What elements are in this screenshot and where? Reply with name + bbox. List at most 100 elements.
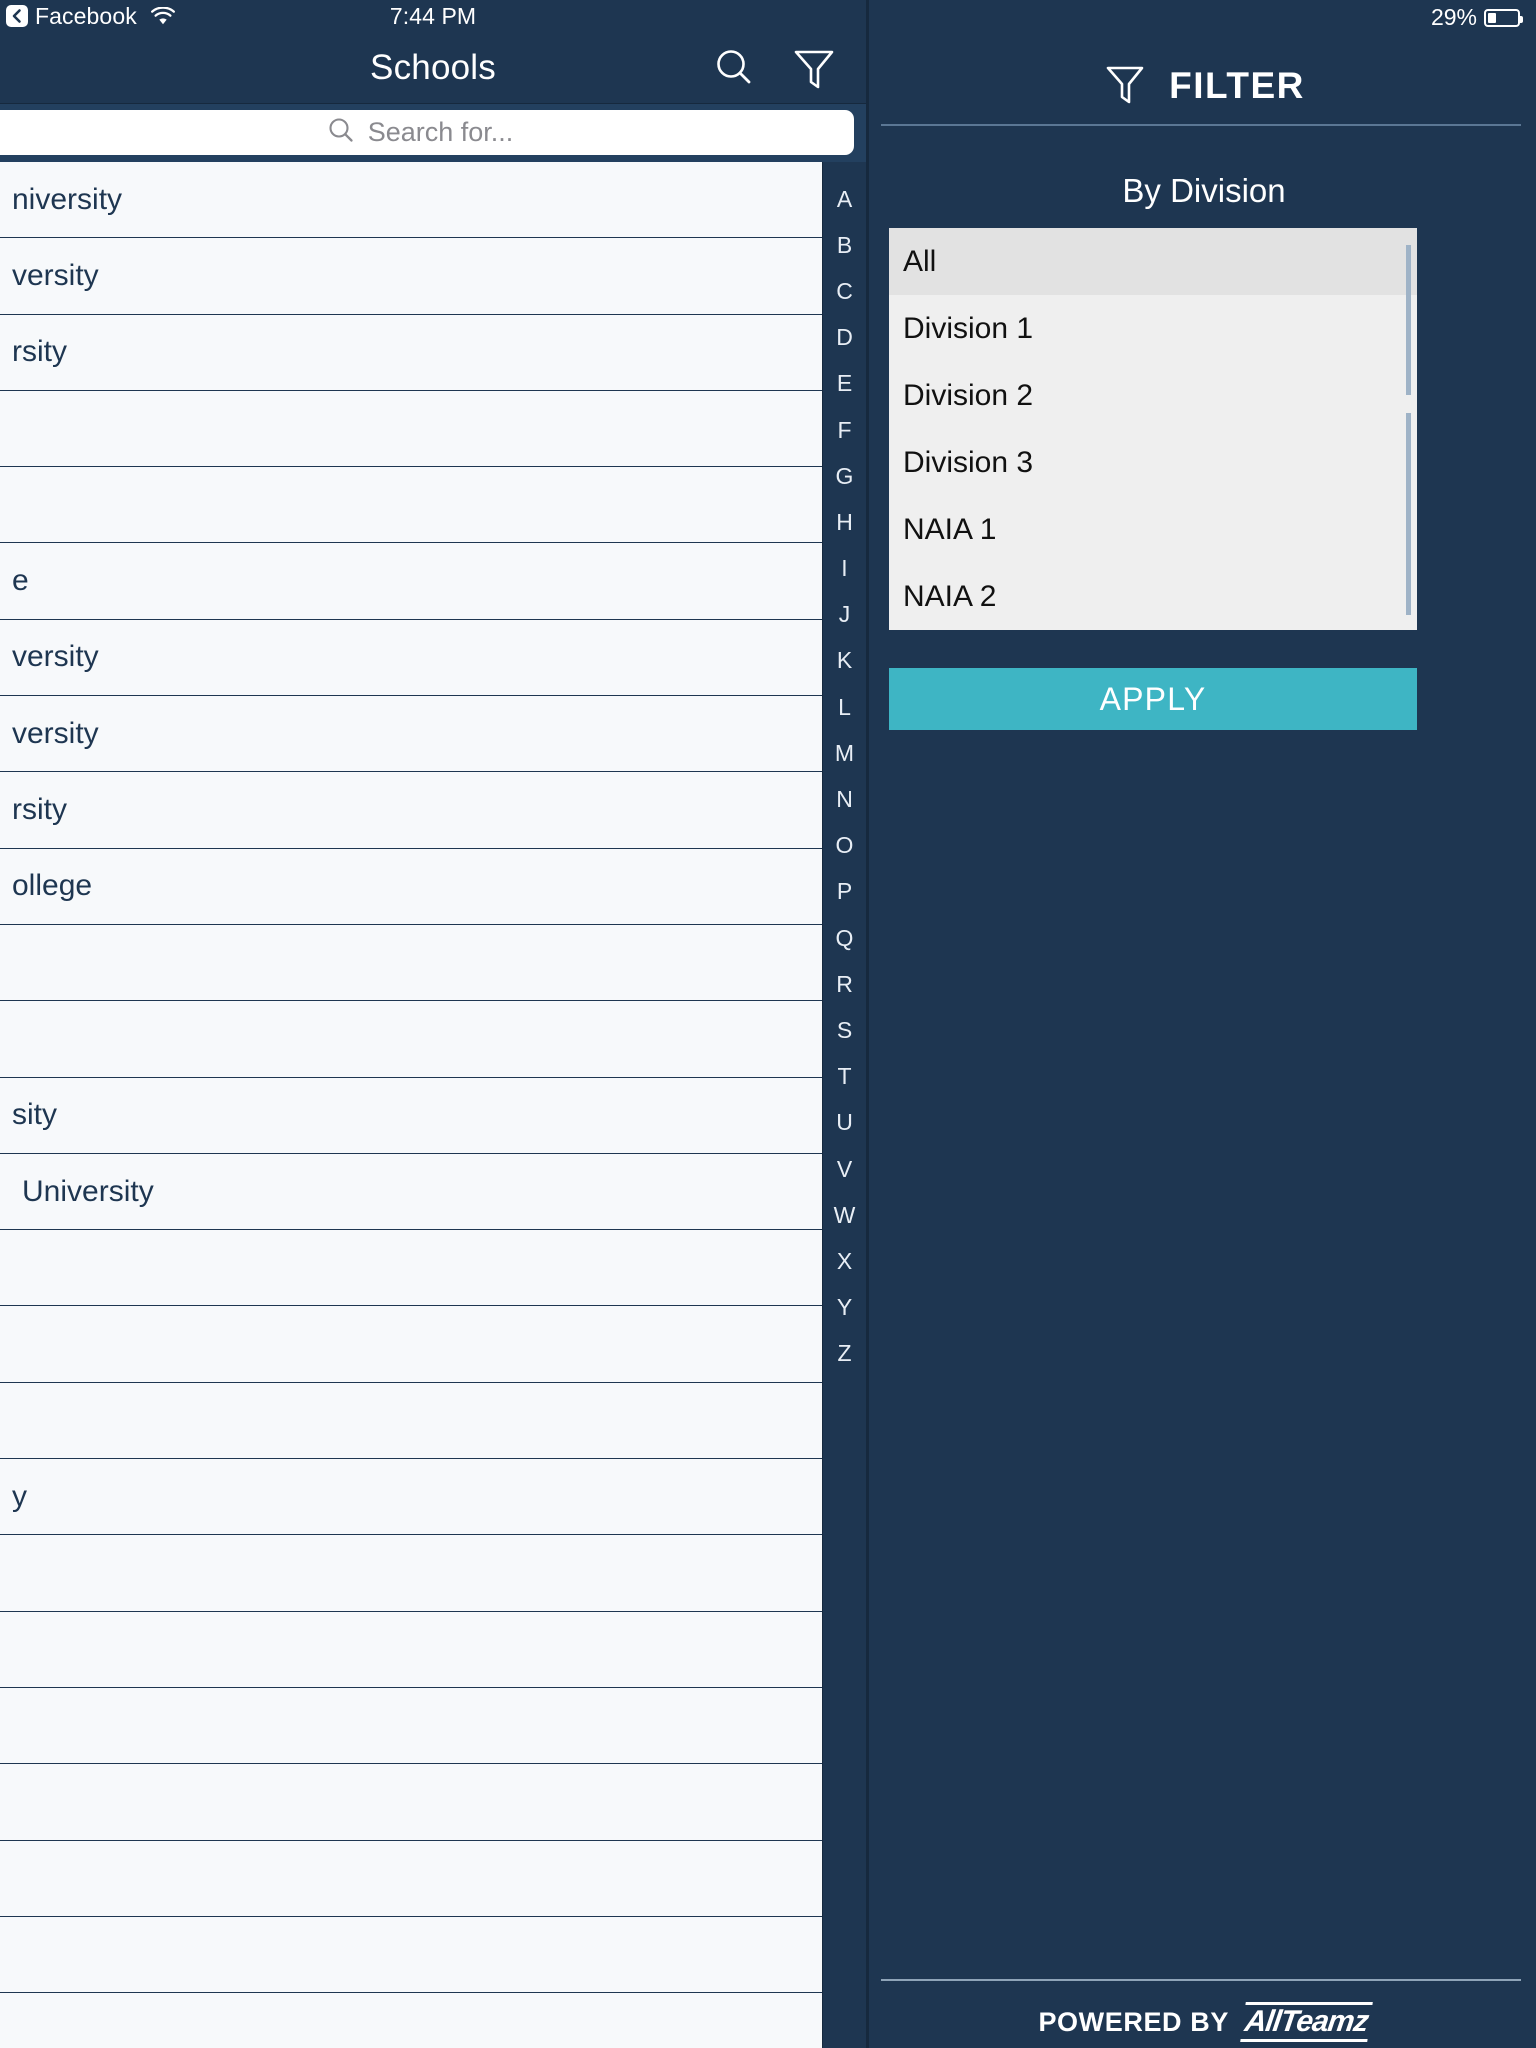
search-placeholder: Search for...: [367, 117, 514, 147]
division-option[interactable]: NAIA 2: [889, 563, 1417, 630]
alpha-index-letter[interactable]: O: [823, 823, 866, 869]
alpha-index-letter[interactable]: N: [823, 776, 866, 822]
alphabet-index[interactable]: ABCDEFGHIJKLMNOPQRSTUVWXYZ: [822, 162, 866, 2048]
school-list-item[interactable]: [0, 1001, 822, 1078]
alpha-index-letter[interactable]: Q: [823, 915, 866, 961]
nav-actions: [710, 32, 838, 104]
search-icon: [327, 116, 355, 149]
school-name: rsity: [12, 335, 67, 369]
division-option[interactable]: Division 2: [889, 362, 1417, 429]
alpha-index-letter[interactable]: Z: [823, 1331, 866, 1377]
division-option[interactable]: Division 1: [889, 295, 1417, 362]
alpha-index-letter[interactable]: H: [823, 499, 866, 545]
division-option[interactable]: All: [889, 228, 1417, 295]
alpha-index-letter[interactable]: E: [823, 361, 866, 407]
school-list-item[interactable]: e: [0, 543, 822, 620]
alpha-index-letter[interactable]: L: [823, 684, 866, 730]
apply-button[interactable]: APPLY: [889, 668, 1417, 730]
school-name: versity: [12, 716, 99, 750]
status-bar: Facebook 7:44 PM: [0, 0, 866, 32]
page-title: Schools: [370, 47, 496, 87]
alpha-index-letter[interactable]: D: [823, 315, 866, 361]
alpha-index-letter[interactable]: G: [823, 453, 866, 499]
footer-divider: [881, 1979, 1521, 1981]
school-list-item[interactable]: [0, 1306, 822, 1383]
alpha-index-letter[interactable]: F: [823, 407, 866, 453]
alpha-index-letter[interactable]: K: [823, 638, 866, 684]
school-name: ollege: [12, 869, 93, 903]
allteamz-logo: AllTeamz: [1240, 2002, 1373, 2042]
division-options-list[interactable]: All Division 1 Division 2 Division 3 NAIA 1N…: [889, 228, 1417, 630]
school-list-item[interactable]: [0, 1993, 822, 2048]
search-icon[interactable]: [710, 44, 758, 92]
alpha-index-letter[interactable]: A: [823, 176, 866, 222]
search-input[interactable]: Search for...: [0, 110, 854, 155]
battery-icon: [1484, 8, 1523, 27]
filter-panel: 29% FILTER By Division All Division 1 Divi…: [866, 0, 1536, 2048]
filter-funnel-icon: [1103, 59, 1147, 112]
school-list-item[interactable]: [0, 467, 822, 544]
alpha-index-letter[interactable]: P: [823, 869, 866, 915]
search-strip: Search for...: [0, 104, 866, 162]
school-list-item[interactable]: [0, 1916, 822, 1994]
school-list-item[interactable]: [0, 1382, 822, 1460]
school-list-item[interactable]: versity: [0, 238, 822, 315]
school-list-item[interactable]: ollege: [0, 848, 822, 925]
alpha-index-letter[interactable]: S: [823, 1007, 866, 1053]
division-option[interactable]: Division 3: [889, 429, 1417, 496]
alpha-index-letter[interactable]: J: [823, 592, 866, 638]
school-list-item[interactable]: [0, 1840, 822, 1917]
filter-funnel-icon[interactable]: [790, 44, 838, 92]
status-back-to-app[interactable]: Facebook: [6, 3, 176, 30]
status-back-label: Facebook: [35, 2, 137, 29]
alpha-index-letter[interactable]: X: [823, 1238, 866, 1284]
battery-percent-label: 29%: [1430, 4, 1477, 30]
by-division-label: By Division: [1122, 172, 1286, 209]
school-name: rsity: [12, 793, 67, 827]
school-name: y: [12, 1479, 27, 1513]
division-option[interactable]: NAIA 1: [889, 496, 1417, 563]
navigation-bar: Schools: [0, 32, 866, 104]
wifi-icon: [150, 6, 176, 26]
school-list-item[interactable]: [0, 1535, 822, 1612]
school-list-item[interactable]: y: [0, 1459, 822, 1536]
division-list-scrollbar[interactable]: [1406, 245, 1411, 615]
powered-by-footer: POWERED BY AllTeamz: [869, 2002, 1536, 2042]
school-name: University: [22, 1174, 154, 1208]
school-list-item[interactable]: [0, 1611, 822, 1688]
school-list-item[interactable]: rsity: [0, 314, 822, 391]
back-chevron-icon: [6, 5, 28, 27]
school-list-item[interactable]: versity: [0, 696, 822, 773]
alpha-index-letter[interactable]: B: [823, 222, 866, 268]
school-list-item[interactable]: niversity: [0, 162, 822, 239]
school-name: e: [12, 564, 29, 598]
alpha-index-letter[interactable]: T: [823, 1054, 866, 1100]
school-list-item[interactable]: University: [0, 1153, 822, 1231]
schools-main-pane: Facebook 7:44 PM Schools Search for... n…: [0, 0, 866, 2048]
battery-status: 29%: [1430, 4, 1523, 31]
school-list-item[interactable]: [0, 390, 822, 468]
school-list-item[interactable]: rsity: [0, 772, 822, 849]
school-list[interactable]: niversity versity rsity e versity versity rsit…: [0, 162, 822, 2048]
school-name: sity: [12, 1098, 57, 1132]
apply-button-label: APPLY: [1099, 680, 1207, 717]
school-list-item[interactable]: [0, 1764, 822, 1841]
alpha-index-letter[interactable]: I: [823, 546, 866, 592]
alpha-index-letter[interactable]: V: [823, 1146, 866, 1192]
school-list-item[interactable]: versity: [0, 619, 822, 697]
filter-header-divider: [881, 124, 1521, 126]
filter-title: FILTER: [1169, 64, 1305, 106]
alpha-index-letter[interactable]: C: [823, 268, 866, 314]
alpha-index-letter[interactable]: W: [823, 1192, 866, 1238]
school-list-item[interactable]: sity: [0, 1077, 822, 1154]
school-list-item[interactable]: [0, 1230, 822, 1307]
school-name: versity: [12, 640, 99, 674]
alpha-index-letter[interactable]: M: [823, 730, 866, 776]
alpha-index-letter[interactable]: U: [823, 1100, 866, 1146]
powered-by-label: POWERED BY: [1038, 2006, 1229, 2037]
alpha-index-letter[interactable]: R: [823, 961, 866, 1007]
school-name: niversity: [12, 182, 123, 216]
alpha-index-letter[interactable]: Y: [823, 1285, 866, 1331]
school-list-item[interactable]: [0, 924, 822, 1002]
school-list-item[interactable]: [0, 1687, 822, 1765]
